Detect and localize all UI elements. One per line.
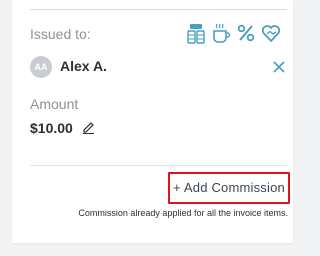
percent-icon[interactable] [236, 22, 256, 44]
money-stack-icon[interactable] [186, 22, 206, 44]
divider [30, 9, 287, 10]
add-commission-button[interactable]: + Add Commission [168, 172, 290, 204]
close-icon[interactable] [272, 60, 286, 74]
heart-hands-icon[interactable] [261, 22, 281, 44]
avatar: AA [30, 56, 52, 78]
divider [30, 165, 287, 166]
amount-row: $10.00 [30, 119, 95, 137]
coffee-cup-icon[interactable] [211, 22, 231, 44]
issued-to-label: Issued to: [30, 26, 91, 42]
commission-note: Commission already applied for all the i… [78, 208, 288, 218]
amount-value: $10.00 [30, 119, 73, 136]
client-row: AA Alex A. [30, 56, 287, 78]
pencil-icon[interactable] [82, 121, 95, 135]
amount-label: Amount [30, 96, 79, 112]
invoice-item-panel: Issued to: AA Alex A. Amount $10.00 + Ad… [12, 0, 293, 243]
service-type-icons [186, 22, 281, 44]
client-name: Alex A. [60, 58, 107, 74]
